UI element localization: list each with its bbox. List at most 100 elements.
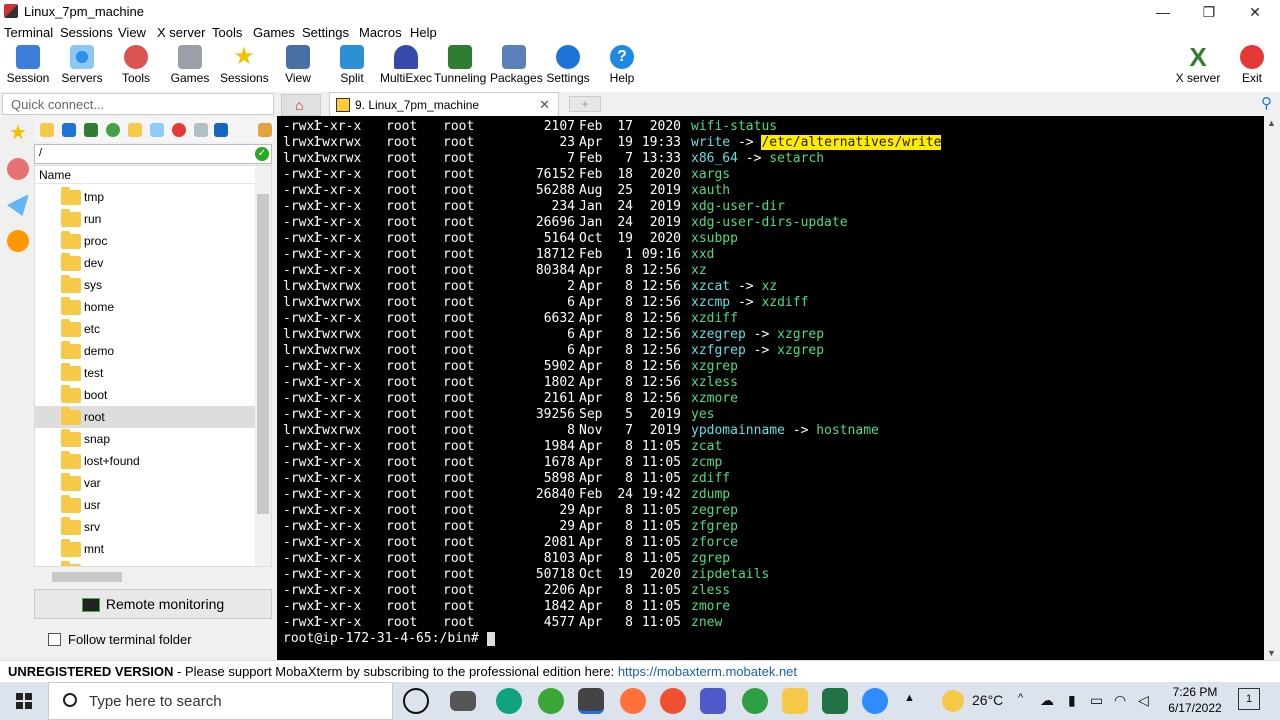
sessions-button[interactable]: ★ Sessions	[220, 42, 269, 92]
exit-button[interactable]: Exit	[1236, 42, 1268, 92]
help-button[interactable]: ? Help	[604, 42, 640, 92]
tab-linux-7pm-machine[interactable]: 9. Linux_7pm_machine ✕	[329, 92, 559, 116]
path-input[interactable]: / ✓	[34, 144, 272, 164]
terminal-scrollbar[interactable]: ▲ ▼	[1264, 116, 1280, 660]
menu-help[interactable]: Help	[410, 25, 437, 40]
sftp-send-icon[interactable]	[7, 194, 29, 216]
folder-item[interactable]: run	[35, 208, 257, 230]
scroll-down-icon[interactable]: ▼	[1267, 648, 1276, 658]
menu-settings[interactable]: Settings	[302, 25, 349, 40]
task-view-icon[interactable]	[450, 691, 476, 711]
weather-temperature[interactable]: 26°C	[972, 692, 1003, 708]
terminal-output[interactable]: -rwxr-xr-x 1 root root 2107 Feb 17 2020 wifi-sta…	[277, 116, 1264, 660]
folder-item[interactable]: snap	[35, 428, 257, 450]
folder-item[interactable]: home	[35, 296, 257, 318]
tree-scrollbar[interactable]	[255, 166, 271, 566]
packages-button[interactable]: Packages	[490, 42, 543, 92]
checkbox-icon[interactable]	[48, 633, 61, 646]
column-header-name[interactable]: Name	[35, 166, 257, 184]
chatgpt-app-icon[interactable]	[496, 688, 522, 714]
tray-microphone-icon[interactable]: ▮	[1068, 692, 1076, 709]
folder-item[interactable]: lost+found	[35, 450, 257, 472]
maximize-button[interactable]: ❐	[1186, 0, 1232, 24]
tray-wifi-icon[interactable]: ◠	[1114, 692, 1126, 709]
upload-icon[interactable]	[84, 123, 98, 137]
servers-button[interactable]: Servers	[60, 42, 104, 92]
teams-icon[interactable]	[700, 688, 726, 714]
menu-sessions[interactable]: Sessions	[60, 25, 113, 40]
rename-icon[interactable]	[194, 123, 208, 137]
tray-volume-icon[interactable]: ◁	[1138, 692, 1149, 709]
x-server-button[interactable]: XX server	[1174, 42, 1222, 92]
refresh-icon[interactable]	[106, 123, 120, 137]
quick-connect-input[interactable]: Quick connect...	[2, 93, 274, 115]
folder-item[interactable]: var	[35, 472, 257, 494]
mobatek-link[interactable]: https://mobaxterm.mobatek.net	[618, 664, 797, 679]
folder-item[interactable]: root	[35, 406, 257, 428]
tab-close-button[interactable]: ✕	[539, 97, 550, 113]
download-icon[interactable]	[62, 123, 76, 137]
menu-view[interactable]: View	[118, 25, 146, 40]
delete-icon[interactable]	[172, 123, 186, 137]
menu-macros[interactable]: Macros	[359, 25, 402, 40]
path-ok-icon[interactable]: ✓	[255, 147, 269, 161]
cortana-icon[interactable]	[403, 688, 429, 714]
shell-prompt[interactable]: root@ip-172-31-4-65:/bin#	[283, 631, 495, 647]
folder-item[interactable]: srv	[35, 516, 257, 538]
green-app-icon[interactable]	[538, 688, 564, 714]
games-button[interactable]: Games	[168, 42, 212, 92]
notification-center-icon[interactable]: 1	[1238, 688, 1260, 710]
folder-item[interactable]: media	[35, 560, 257, 566]
new-tab-button[interactable]: +	[569, 96, 601, 112]
tools-button[interactable]: Tools	[114, 42, 158, 92]
folder-item[interactable]: boot	[35, 384, 257, 406]
favorites-star-icon[interactable]: ★	[7, 122, 29, 144]
tray-overflow-icon[interactable]: ^	[1018, 692, 1023, 704]
tray-battery-icon[interactable]: ▭	[1090, 692, 1103, 709]
menu-tools[interactable]: Tools	[212, 25, 242, 40]
split-button[interactable]: Split	[334, 42, 370, 92]
folder-item[interactable]: mnt	[35, 538, 257, 560]
view-button[interactable]: View	[280, 42, 316, 92]
permissions-icon[interactable]	[214, 123, 228, 137]
scroll-up-icon[interactable]: ▲	[1267, 118, 1276, 128]
tree-scroll-thumb[interactable]	[257, 194, 269, 514]
folder-item[interactable]: demo	[35, 340, 257, 362]
folder-item[interactable]: etc	[35, 318, 257, 340]
minimize-button[interactable]: —	[1140, 0, 1186, 24]
taskbar-search-input[interactable]: Type here to search	[48, 682, 393, 720]
folder-item[interactable]: test	[35, 362, 257, 384]
taskbar-chevron-icon[interactable]: ▲	[904, 692, 915, 704]
new-file-icon[interactable]	[150, 123, 164, 137]
menu-terminal[interactable]: Terminal	[4, 25, 53, 40]
tree-hscroll-thumb[interactable]	[52, 572, 122, 582]
taskbar-clock[interactable]: 7:26 PM 6/17/2022	[1160, 684, 1230, 716]
green-app-2-icon[interactable]	[742, 688, 768, 714]
parent-folder-icon[interactable]	[40, 123, 54, 137]
start-button[interactable]	[0, 682, 48, 720]
close-window-button[interactable]: ✕	[1232, 0, 1278, 24]
folder-item[interactable]: sys	[35, 274, 257, 296]
git-app-icon[interactable]	[660, 688, 686, 714]
mobaxterm-taskbar-icon[interactable]	[578, 688, 604, 714]
firefox-icon[interactable]	[620, 688, 646, 714]
new-folder-icon[interactable]	[128, 123, 142, 137]
sftp-globe-icon[interactable]	[7, 230, 29, 252]
settings-wrench-icon[interactable]	[258, 123, 272, 137]
file-explorer-icon[interactable]	[782, 688, 808, 714]
zoom-icon[interactable]	[862, 688, 888, 714]
settings-button[interactable]: Settings	[546, 42, 590, 92]
tunneling-button[interactable]: Tunneling	[434, 42, 486, 92]
folder-item[interactable]: dev	[35, 252, 257, 274]
menu-x-server[interactable]: X server	[157, 25, 205, 40]
home-tab[interactable]: ⌂	[281, 94, 321, 116]
session-button[interactable]: Session	[6, 42, 50, 92]
menu-games[interactable]: Games	[253, 25, 295, 40]
paperclip-icon[interactable]: ⚲	[1261, 94, 1272, 112]
multiexec-button[interactable]: MultiExec	[380, 42, 432, 92]
excel-icon[interactable]	[822, 688, 848, 714]
folder-item[interactable]: tmp	[35, 186, 257, 208]
folder-item[interactable]: proc	[35, 230, 257, 252]
follow-terminal-folder-checkbox[interactable]: Follow terminal folder	[48, 632, 192, 647]
remote-monitoring-button[interactable]: Remote monitoring	[34, 589, 272, 619]
